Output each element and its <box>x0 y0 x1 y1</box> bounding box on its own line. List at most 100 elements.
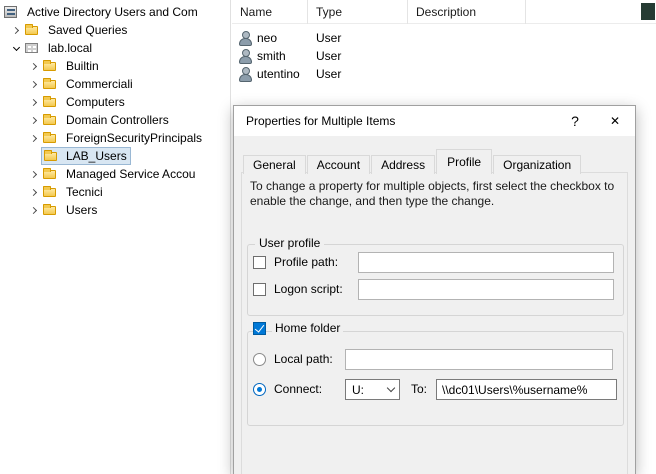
tree-item-label: LAB_Users <box>64 148 129 164</box>
folder-icon <box>43 148 59 164</box>
tree-item-label: Saved Queries <box>45 22 130 38</box>
tree-item-root[interactable]: Active Directory Users and Com <box>0 3 230 21</box>
tab-strip: General Account Address Profile Organiza… <box>243 149 582 174</box>
chevron-down-icon <box>383 388 399 391</box>
chevron-right-icon[interactable] <box>26 130 42 146</box>
chevron-spacer <box>26 148 42 164</box>
chevron-down-icon[interactable] <box>8 40 24 56</box>
tree-item-computers[interactable]: Computers <box>0 93 230 111</box>
tab-profile[interactable]: Profile <box>436 149 492 174</box>
console-tree-panel: Active Directory Users and Com Saved Que… <box>0 0 231 474</box>
folder-icon <box>42 112 58 128</box>
tab-account[interactable]: Account <box>307 155 370 174</box>
dialog-title-bar[interactable]: Properties for Multiple Items ? ✕ <box>234 106 635 136</box>
local-path-label: Local path: <box>274 349 333 370</box>
column-header-filler <box>526 0 656 24</box>
tree-item-domain-controllers[interactable]: Domain Controllers <box>0 111 230 129</box>
tree-item-label: ForeignSecurityPrincipals <box>63 130 205 146</box>
close-icon[interactable]: ✕ <box>595 106 635 136</box>
column-header-type[interactable]: Type <box>308 0 408 24</box>
tree-item-label: Managed Service Accou <box>63 166 198 182</box>
tree-item-saved-queries[interactable]: Saved Queries <box>0 21 230 39</box>
folder-icon <box>42 94 58 110</box>
header-corner-artifact <box>641 3 655 20</box>
tab-organization[interactable]: Organization <box>493 155 581 174</box>
folder-icon <box>24 22 40 38</box>
user-profile-group-label: User profile <box>255 236 324 250</box>
tab-general[interactable]: General <box>243 155 306 174</box>
home-folder-label: Home folder <box>272 318 343 339</box>
chevron-right-icon[interactable] <box>26 94 42 110</box>
aduc-root-icon <box>3 4 19 20</box>
local-path-input[interactable] <box>345 349 613 370</box>
logon-script-label: Logon script: <box>274 279 343 300</box>
tree-item-users[interactable]: Users <box>0 201 230 219</box>
column-header-description[interactable]: Description <box>408 0 526 24</box>
domain-icon <box>24 40 40 56</box>
to-label: To: <box>411 379 427 400</box>
user-icon <box>237 30 253 46</box>
logon-script-checkbox[interactable] <box>253 283 266 296</box>
chevron-right-icon[interactable] <box>8 22 24 38</box>
profile-path-input[interactable] <box>358 252 614 273</box>
list-item-utentino[interactable]: utentino User <box>232 65 656 83</box>
dialog-title: Properties for Multiple Items <box>234 106 555 136</box>
chevron-right-icon[interactable] <box>26 166 42 182</box>
profile-path-checkbox[interactable] <box>253 256 266 269</box>
connect-path-input[interactable] <box>436 379 617 400</box>
chevron-right-icon[interactable] <box>26 58 42 74</box>
tree-item-commerciali[interactable]: Commerciali <box>0 75 230 93</box>
folder-icon <box>42 76 58 92</box>
column-header-name[interactable]: Name <box>232 0 308 24</box>
properties-dialog: Properties for Multiple Items ? ✕ Genera… <box>233 105 636 474</box>
home-folder-checkbox[interactable] <box>253 322 266 335</box>
user-icon <box>237 66 253 82</box>
chevron-right-icon[interactable] <box>26 76 42 92</box>
tree-item-tecnici[interactable]: Tecnici <box>0 183 230 201</box>
user-type: User <box>308 49 408 63</box>
tree-item-lab-users[interactable]: LAB_Users <box>0 147 230 165</box>
chevron-right-icon[interactable] <box>26 184 42 200</box>
user-icon <box>237 48 253 64</box>
tree-item-label: Domain Controllers <box>63 112 172 128</box>
tree-item-label: Commerciali <box>63 76 136 92</box>
tree-item-label: Computers <box>63 94 128 110</box>
tree-item-label: Active Directory Users and Com <box>24 4 201 20</box>
list-header: Name Type Description <box>232 0 656 24</box>
tree-item-builtin[interactable]: Builtin <box>0 57 230 75</box>
folder-icon <box>42 58 58 74</box>
tree-item-managed-service-accounts[interactable]: Managed Service Accou <box>0 165 230 183</box>
user-type: User <box>308 67 408 81</box>
user-name: utentino <box>257 67 300 81</box>
folder-icon <box>42 130 58 146</box>
folder-icon <box>42 166 58 182</box>
tree-item-label: Users <box>63 202 100 218</box>
folder-icon <box>42 202 58 218</box>
folder-icon <box>42 184 58 200</box>
connect-label: Connect: <box>274 379 322 400</box>
connect-radio[interactable] <box>253 383 266 396</box>
user-type: User <box>308 31 408 45</box>
logon-script-input[interactable] <box>358 279 614 300</box>
selected-tree-item[interactable]: LAB_Users <box>42 148 130 164</box>
drive-letter-value: U: <box>346 383 383 397</box>
profile-path-label: Profile path: <box>274 252 338 273</box>
list-item-smith[interactable]: smith User <box>232 47 656 65</box>
chevron-right-icon[interactable] <box>26 112 42 128</box>
aduc-window: Active Directory Users and Com Saved Que… <box>0 0 656 474</box>
list-item-neo[interactable]: neo User <box>232 29 656 47</box>
tree-item-label: Tecnici <box>63 184 106 200</box>
chevron-right-icon[interactable] <box>26 202 42 218</box>
intro-text: To change a property for multiple object… <box>250 179 624 209</box>
tree-item-lab-local[interactable]: lab.local <box>0 39 230 57</box>
drive-letter-dropdown[interactable]: U: <box>345 379 400 400</box>
tree-item-foreignsecurityprincipals[interactable]: ForeignSecurityPrincipals <box>0 129 230 147</box>
tab-address[interactable]: Address <box>371 155 435 174</box>
help-button[interactable]: ? <box>555 106 595 136</box>
user-name: smith <box>257 49 286 63</box>
user-name: neo <box>257 31 277 45</box>
tree-item-label: lab.local <box>45 40 95 56</box>
local-path-radio[interactable] <box>253 353 266 366</box>
tree-item-label: Builtin <box>63 58 102 74</box>
list-rows: neo User smith User utentino User <box>232 24 656 83</box>
